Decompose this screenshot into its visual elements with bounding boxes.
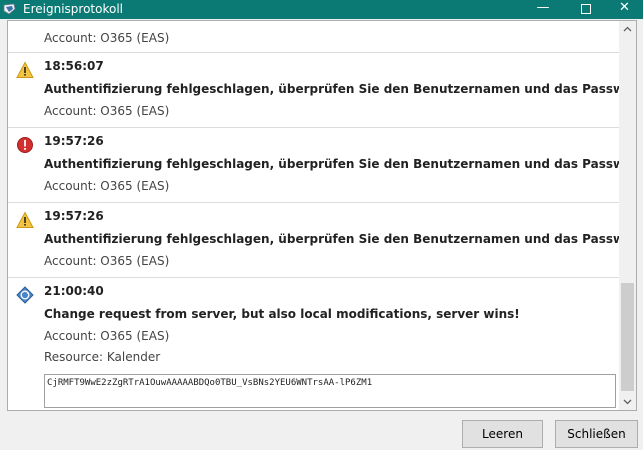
vertical-scrollbar[interactable] (619, 21, 636, 410)
close-button[interactable]: ✕ (606, 0, 643, 19)
minimize-icon: — (536, 0, 550, 15)
warning-icon (16, 211, 34, 228)
close-icon: ✕ (619, 0, 630, 15)
error-icon (17, 137, 33, 153)
log-entry: 21:00:40 Change request from server, but… (8, 278, 620, 410)
entry-account: Account: O365 (EAS) (44, 329, 170, 343)
entry-resource: Resource: Kalender (44, 350, 161, 364)
log-entry: 18:56:07 Authentifizierung fehlgeschlage… (8, 53, 636, 128)
maximize-button[interactable] (563, 0, 609, 19)
entry-time: 19:57:26 (44, 209, 104, 223)
entry-message: Authentifizierung fehlgeschlagen, überpr… (44, 157, 637, 171)
log-entry: Account: O365 (EAS) (8, 21, 620, 53)
event-log-content: Account: O365 (EAS) 18:56:07 Authentifiz… (8, 21, 636, 410)
log-entry: 19:57:26 Authentifizierung fehlgeschlage… (8, 128, 636, 203)
warning-icon (16, 61, 34, 78)
app-icon (3, 3, 16, 15)
entry-message: Authentifizierung fehlgeschlagen, überpr… (44, 232, 637, 246)
maximize-icon (581, 4, 591, 14)
clear-button[interactable]: Leeren (462, 420, 543, 448)
entry-time: 18:56:07 (44, 59, 104, 73)
entry-message: Change request from server, but also loc… (44, 307, 520, 321)
close-dialog-button[interactable]: Schließen (555, 420, 638, 448)
entry-account: Account: O365 (EAS) (44, 179, 170, 193)
scroll-up-button[interactable] (619, 21, 636, 38)
window-title: Ereignisprotokoll (23, 2, 123, 16)
entry-account: Account: O365 (EAS) (44, 254, 170, 268)
chevron-up-icon (623, 26, 632, 32)
sync-info-icon (16, 286, 34, 304)
event-log-list[interactable]: Account: O365 (EAS) 18:56:07 Authentifiz… (7, 20, 637, 411)
log-entry: 19:57:26 Authentifizierung fehlgeschlage… (8, 203, 636, 278)
title-bar: Ereignisprotokoll — ✕ (0, 0, 643, 19)
scroll-down-button[interactable] (619, 393, 636, 410)
detail-text: CjRMFT9WwE2zZgRTrA1OuwAAAAABDQo0TBU_VsBN… (47, 378, 373, 388)
entry-message: Authentifizierung fehlgeschlagen, überpr… (44, 82, 637, 96)
minimize-button[interactable]: — (520, 0, 566, 19)
entry-time: 21:00:40 (44, 284, 104, 298)
scroll-thumb[interactable] (621, 283, 634, 391)
entry-account: Account: O365 (EAS) (44, 31, 170, 45)
entry-time: 19:57:26 (44, 134, 104, 148)
entry-account: Account: O365 (EAS) (44, 104, 170, 118)
detail-textbox[interactable]: CjRMFT9WwE2zZgRTrA1OuwAAAAABDQo0TBU_VsBN… (44, 374, 616, 408)
chevron-down-icon (623, 399, 632, 405)
